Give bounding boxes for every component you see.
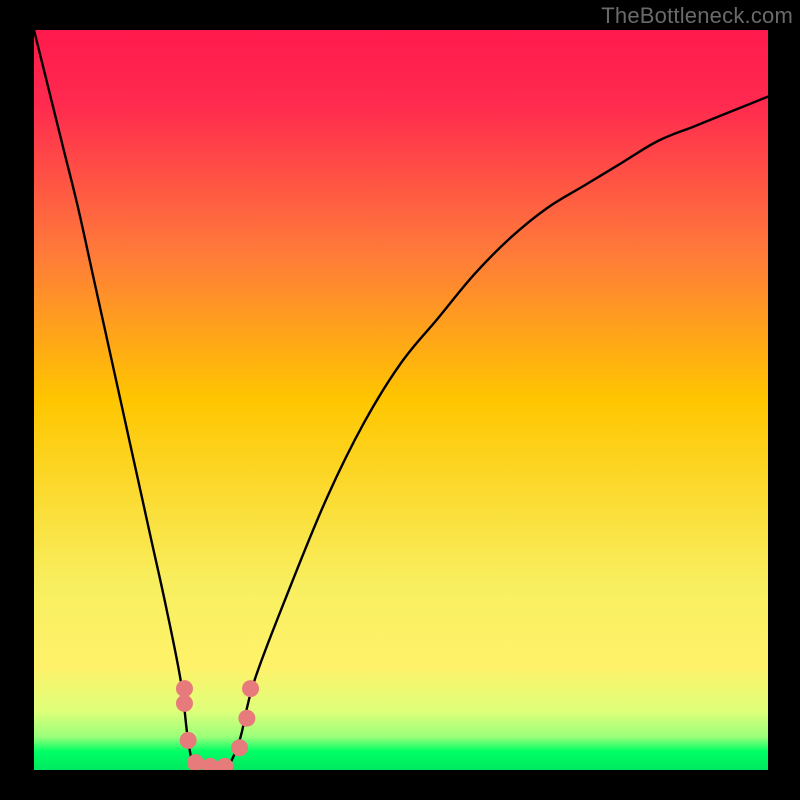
curve-marker [242, 680, 259, 697]
curve-marker [176, 695, 193, 712]
curve-marker [231, 739, 248, 756]
watermark-text: TheBottleneck.com [601, 3, 793, 29]
curve-marker [238, 710, 255, 727]
chart-frame: TheBottleneck.com [0, 0, 800, 800]
chart-svg [34, 30, 768, 770]
curve-marker [176, 680, 193, 697]
plot-area [34, 30, 768, 770]
curve-marker [180, 732, 197, 749]
